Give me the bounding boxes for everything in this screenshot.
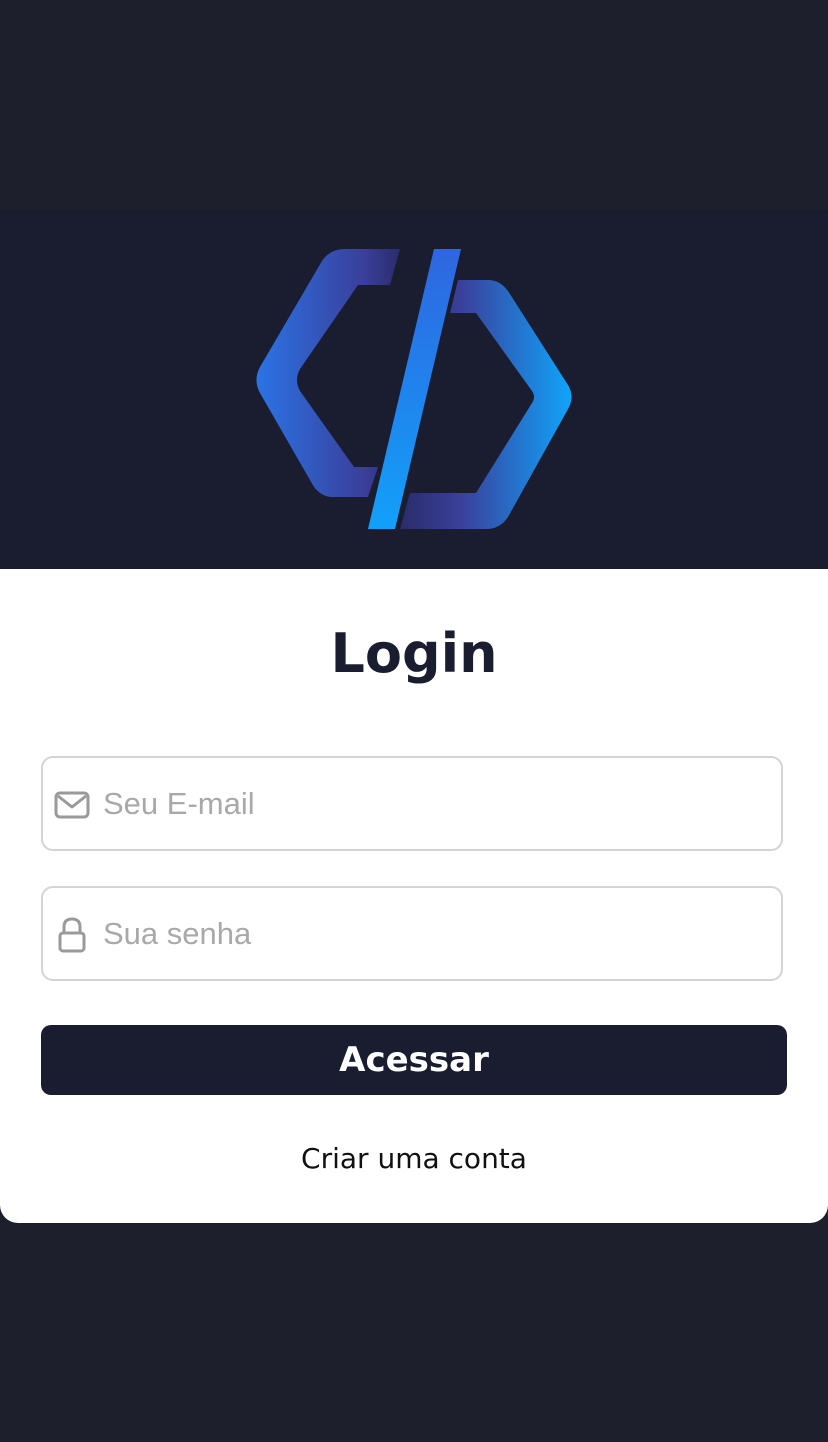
top-background xyxy=(0,0,828,210)
submit-button[interactable]: Acessar xyxy=(41,1025,787,1095)
email-input[interactable] xyxy=(103,758,763,849)
mail-icon xyxy=(54,791,90,819)
code-brackets-logo-icon xyxy=(256,249,572,529)
email-field[interactable] xyxy=(41,756,783,851)
password-field[interactable] xyxy=(41,886,783,981)
page-title: Login xyxy=(330,622,498,685)
password-input[interactable] xyxy=(103,888,763,979)
create-account-link[interactable]: Criar uma conta xyxy=(0,1139,828,1179)
lock-icon xyxy=(58,917,86,953)
login-card: Login Acessar Criar uma conta xyxy=(0,569,828,1223)
